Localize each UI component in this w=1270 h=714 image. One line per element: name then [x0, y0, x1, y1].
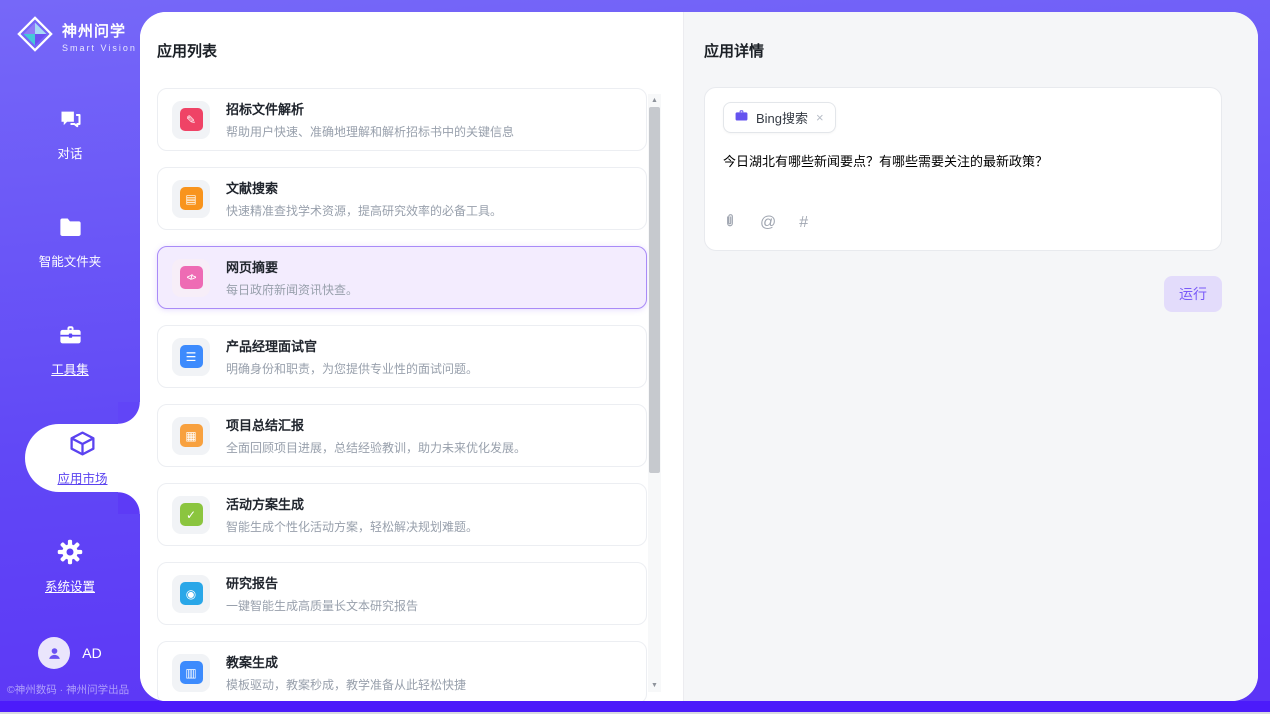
app-card-lesson-plan[interactable]: ▥ 教案生成 模板驱动，教案秒成，教学准备从此轻松快捷	[157, 641, 647, 701]
list-scrollbar[interactable]: ▲ ▼	[648, 94, 661, 692]
card-title: 研究报告	[226, 573, 418, 592]
avatar	[38, 637, 70, 669]
sidebar-item-label: 系统设置	[45, 576, 95, 595]
card-desc: 全面回顾项目进展，总结经验教训，助力未来优化发展。	[226, 439, 526, 456]
app-card-pm-interviewer[interactable]: ☰ 产品经理面试官 明确身份和职责，为您提供专业性的面试问题。	[157, 325, 647, 388]
card-title: 文献搜索	[226, 178, 502, 197]
sidebar-item-label: 智能文件夹	[39, 251, 102, 270]
card-title: 项目总结汇报	[226, 415, 526, 434]
mention-icon[interactable]: @	[760, 214, 776, 232]
card-title: 招标文件解析	[226, 99, 514, 118]
scrollbar-up-arrow[interactable]: ▲	[648, 94, 661, 107]
sidebar-item-settings[interactable]: 系统设置	[0, 540, 140, 592]
brand-name: 神州问学	[62, 20, 137, 41]
app-list-panel: 应用列表 ✎ 招标文件解析 帮助用户快速、准确地理解和解析招标书中的关键信息 ▤…	[140, 12, 683, 701]
books-icon: ▥	[172, 654, 210, 692]
main-panel: 应用列表 ✎ 招标文件解析 帮助用户快速、准确地理解和解析招标书中的关键信息 ▤…	[140, 12, 1258, 701]
app-card-project-summary[interactable]: ▦ 项目总结汇报 全面回顾项目进展，总结经验教训，助力未来优化发展。	[157, 404, 647, 467]
card-desc: 帮助用户快速、准确地理解和解析招标书中的关键信息	[226, 123, 514, 140]
app-card-bid-analysis[interactable]: ✎ 招标文件解析 帮助用户快速、准确地理解和解析招标书中的关键信息	[157, 88, 647, 151]
paperclip-icon[interactable]	[723, 212, 737, 234]
hashtag-icon[interactable]: #	[799, 214, 808, 232]
app-card-event-plan[interactable]: ✓ 活动方案生成 智能生成个性化活动方案，轻松解决规划难题。	[157, 483, 647, 546]
sidebar-item-label: 应用市场	[57, 468, 107, 487]
tag-close-icon[interactable]: ×	[815, 110, 825, 125]
card-desc: 每日政府新闻资讯快查。	[226, 281, 358, 298]
toolbox-icon	[57, 322, 84, 354]
card-title: 网页摘要	[226, 257, 358, 276]
app-card-webpage-summary[interactable]: </> 网页摘要 每日政府新闻资讯快查。	[157, 246, 647, 309]
sidebar-item-label: 工具集	[51, 359, 89, 378]
sidebar: 神州问学 Smart Vision 对话 智能文件夹 工	[0, 0, 140, 701]
card-title: 活动方案生成	[226, 494, 478, 513]
card-desc: 智能生成个性化活动方案，轻松解决规划难题。	[226, 518, 478, 535]
user-account[interactable]: AD	[0, 637, 140, 669]
brand-logo: 神州问学 Smart Vision	[0, 0, 140, 58]
attachment-toolbar: @ #	[723, 212, 1203, 234]
user-name: AD	[82, 645, 101, 661]
clipboard-check-icon: ✓	[172, 496, 210, 534]
app-card-list: ✎ 招标文件解析 帮助用户快速、准确地理解和解析招标书中的关键信息 ▤ 文献搜索…	[157, 88, 647, 701]
sidebar-item-chat[interactable]: 对话	[0, 108, 140, 160]
app-card-literature-search[interactable]: ▤ 文献搜索 快速精准查找学术资源，提高研究效率的必备工具。	[157, 167, 647, 230]
book-icon: ▤	[172, 180, 210, 218]
card-title: 教案生成	[226, 652, 466, 671]
sidebar-item-label: 对话	[57, 143, 82, 162]
calendar-icon: ▦	[172, 417, 210, 455]
brand-diamond-icon	[16, 15, 54, 58]
card-desc: 明确身份和职责，为您提供专业性的面试问题。	[226, 360, 478, 377]
card-desc: 模板驱动，教案秒成，教学准备从此轻松快捷	[226, 676, 466, 693]
webpage-code-icon: </>	[172, 259, 210, 297]
prompt-input[interactable]: Bing搜索 × 今日湖北有哪些新闻要点？有哪些需要关注的最新政策？ @ #	[704, 87, 1222, 251]
run-row: 运行	[704, 276, 1222, 312]
brand-subtitle: Smart Vision	[62, 43, 137, 53]
sidebar-nav: 对话 智能文件夹 工具集 应用市场	[0, 108, 140, 592]
app-card-research-report[interactable]: ◉ 研究报告 一键智能生成高质量长文本研究报告	[157, 562, 647, 625]
briefcase-icon	[734, 108, 749, 128]
app-detail-panel: 应用详情 Bing搜索 × 今日湖北有哪些新闻要点？有哪些需要关注的最新政策？ …	[683, 12, 1258, 701]
chat-icon	[57, 106, 84, 138]
sidebar-item-toolkit[interactable]: 工具集	[0, 324, 140, 376]
app-list-title: 应用列表	[157, 40, 683, 61]
card-title: 产品经理面试官	[226, 336, 478, 355]
prompt-text[interactable]: 今日湖北有哪些新闻要点？有哪些需要关注的最新政策？	[723, 151, 1203, 170]
card-desc: 快速精准查找学术资源，提高研究效率的必备工具。	[226, 202, 502, 219]
resume-icon: ☰	[172, 338, 210, 376]
sidebar-item-smart-folder[interactable]: 智能文件夹	[0, 216, 140, 268]
microscope-icon: ◉	[172, 575, 210, 613]
app-detail-title: 应用详情	[704, 40, 1222, 61]
run-button[interactable]: 运行	[1164, 276, 1222, 312]
bottom-accent-bar	[0, 701, 1270, 712]
folder-icon	[57, 214, 84, 246]
tool-tag-label: Bing搜索	[756, 108, 808, 127]
app-window: 神州问学 Smart Vision 对话 智能文件夹 工	[0, 0, 1270, 714]
tool-tag-bing-search: Bing搜索 ×	[723, 102, 836, 133]
edit-icon: ✎	[172, 101, 210, 139]
card-desc: 一键智能生成高质量长文本研究报告	[226, 597, 418, 614]
scrollbar-down-arrow[interactable]: ▼	[648, 679, 661, 692]
copyright-text: ©神州数码 · 神州问学出品	[7, 682, 129, 697]
cube-icon	[68, 429, 97, 463]
gear-icon	[56, 538, 84, 571]
scrollbar-thumb[interactable]	[649, 107, 660, 473]
sidebar-item-app-market[interactable]: 应用市场	[25, 424, 140, 492]
